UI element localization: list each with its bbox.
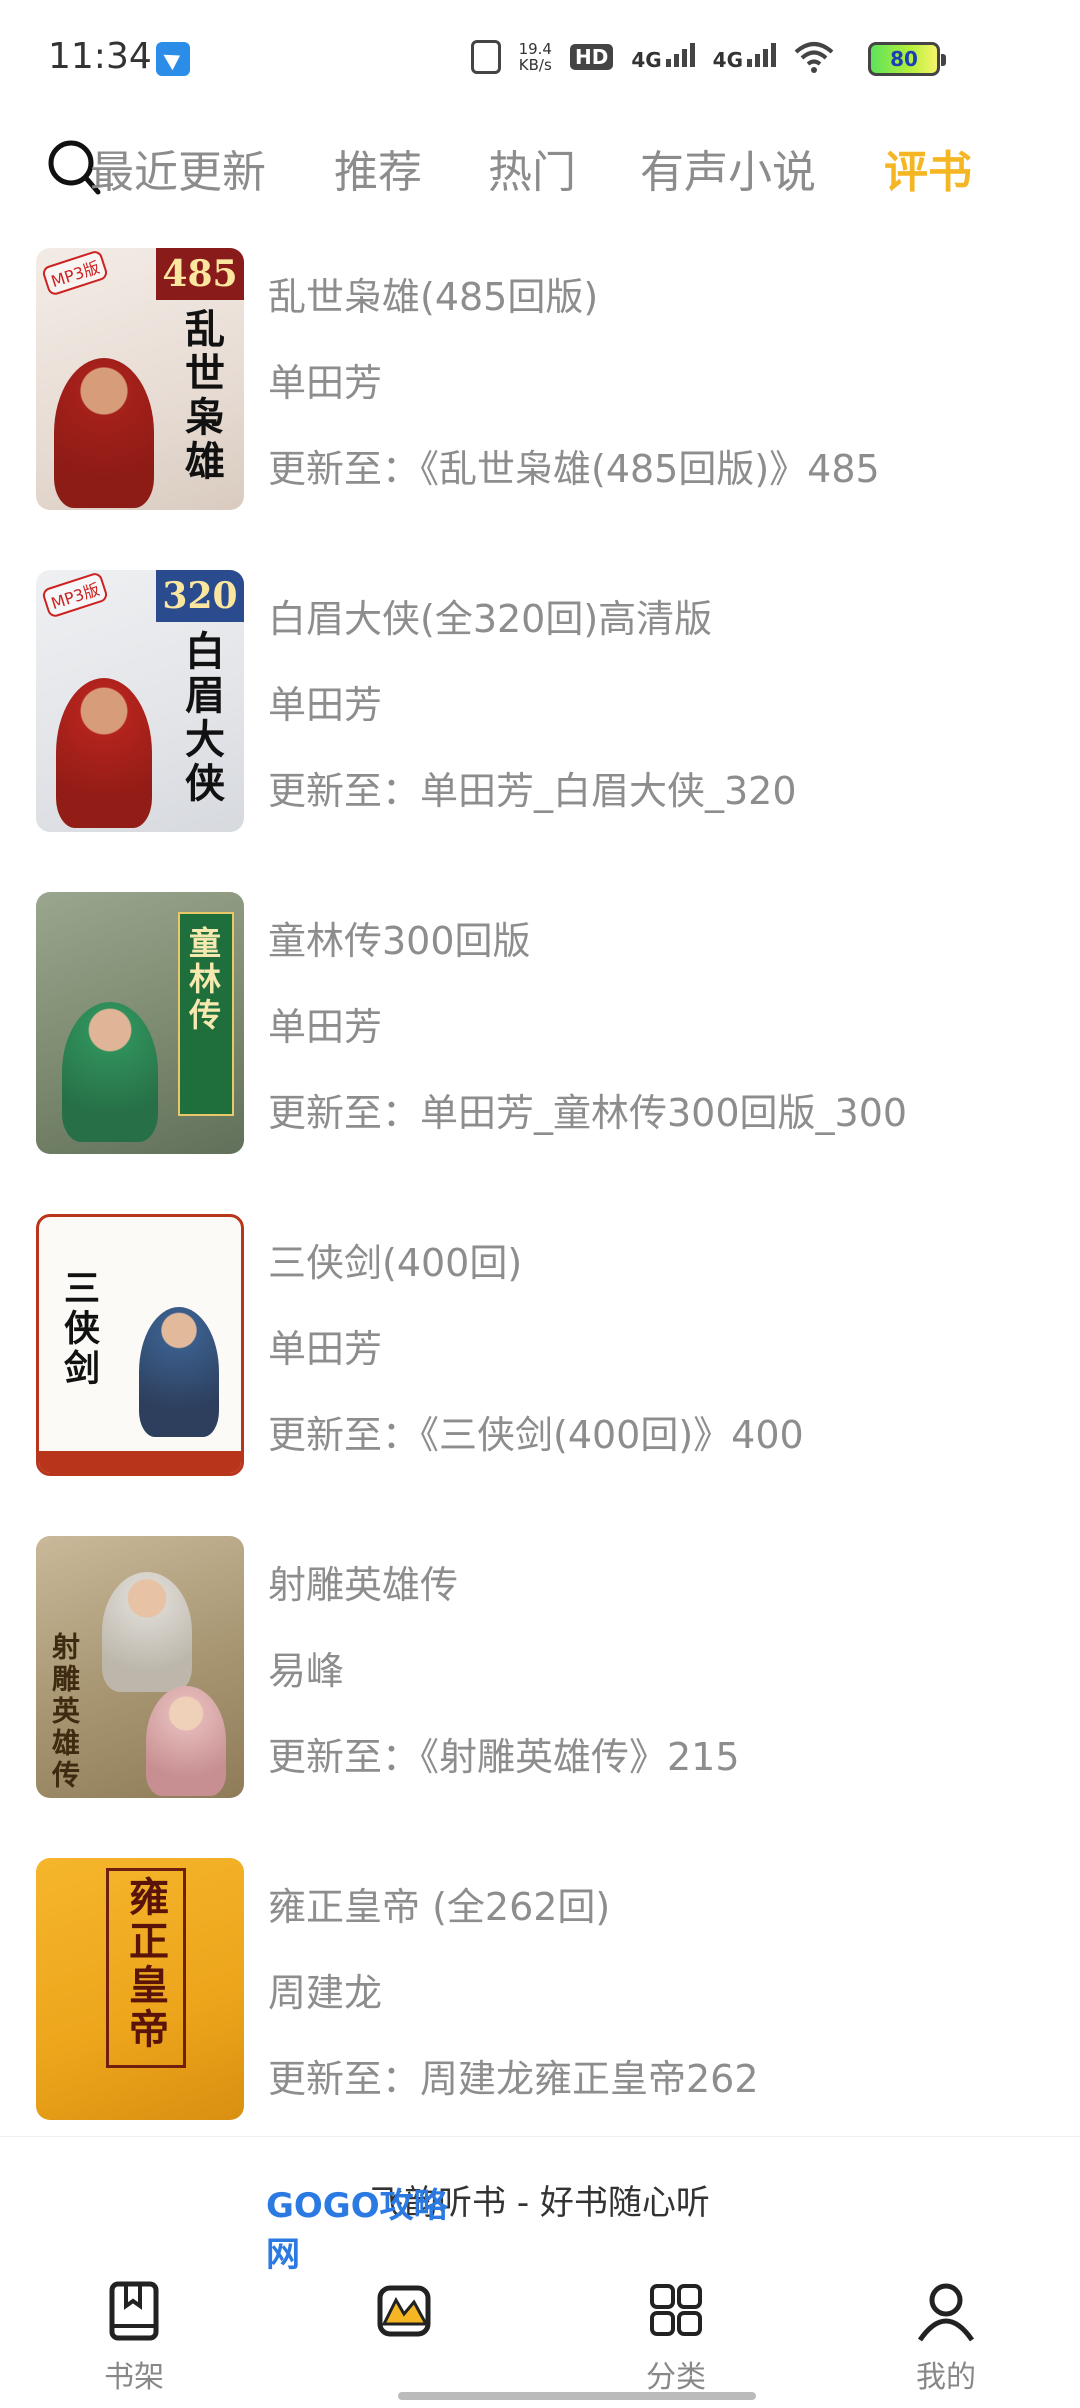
- book-author: 周建龙: [268, 1971, 383, 2015]
- book-author: 单田芳: [268, 361, 383, 405]
- cover-badge: 485: [156, 248, 244, 300]
- book-title: 雍正皇帝 (全262回): [268, 1885, 611, 1929]
- signal-sim1: 4G: [631, 42, 695, 72]
- cover-bottom-bar: [39, 1451, 241, 1473]
- home-indicator[interactable]: [398, 2392, 756, 2400]
- cover-title: 三侠剑: [58, 1269, 100, 1389]
- nav-category[interactable]: 分类: [576, 2254, 776, 2408]
- nav-label-category: 分类: [646, 2360, 706, 2395]
- nav-profile[interactable]: 我的: [846, 2254, 1046, 2408]
- list-item[interactable]: 童林传 童林传300回版 单田芳 更新至：单田芳_童林传300回版_300: [0, 884, 1080, 1184]
- cover-title: 射雕英雄传: [48, 1632, 81, 1792]
- profile-icon: [917, 2283, 975, 2342]
- cover-title: 白眉大侠: [178, 630, 225, 806]
- book-update: 更新至：《射雕英雄传》215: [268, 1735, 740, 1779]
- banner-text: 飞韵听书 - 好书随心听: [370, 2183, 710, 2223]
- book-update: 更新至：《乱世枭雄(485回版)》485: [268, 447, 880, 491]
- book-title: 童林传300回版: [268, 919, 531, 963]
- book-author: 单田芳: [268, 1005, 383, 1049]
- cover-figure: [54, 358, 154, 508]
- tab-storytelling[interactable]: 评书: [884, 136, 972, 200]
- book-author: 易峰: [268, 1649, 345, 1693]
- book-cover: MP3版 485 乱世枭雄: [36, 248, 244, 510]
- list-item[interactable]: 雍正皇帝 雍正皇帝 (全262回) 周建龙 更新至：周建龙雍正皇帝262: [0, 1850, 1080, 2150]
- book-update: 更新至：单田芳_童林传300回版_300: [268, 1091, 908, 1135]
- cover-figure: [56, 678, 152, 828]
- book-title: 射雕英雄传: [268, 1563, 459, 1607]
- nav-label-bookshelf: 书架: [104, 2360, 164, 2395]
- status-bar: 11:34 19.4 KB/s HD 4G 4G 80: [0, 0, 1080, 120]
- book-cover: 童林传: [36, 892, 244, 1154]
- cover-title: 乱世枭雄: [178, 308, 225, 484]
- tab-recent-updates[interactable]: 最近更新: [90, 136, 266, 200]
- cover-tag: MP3版: [40, 571, 109, 619]
- cover-title: 童林传: [184, 926, 222, 1034]
- book-title: 白眉大侠(全320回)高清版: [268, 597, 713, 641]
- book-title: 三侠剑(400回): [268, 1241, 523, 1285]
- list-item[interactable]: 三侠剑 三侠剑(400回) 单田芳 更新至：《三侠剑(400回)》400: [0, 1206, 1080, 1506]
- battery-icon: 80: [868, 42, 946, 76]
- net-speed: 19.4 KB/s: [518, 40, 552, 74]
- book-update: 更新至：周建龙雍正皇帝262: [268, 2057, 759, 2101]
- list-item[interactable]: 射雕英雄传 射雕英雄传 易峰 更新至：《射雕英雄传》215: [0, 1528, 1080, 1828]
- discover-icon: [377, 2285, 431, 2337]
- vibrate-icon: [470, 40, 501, 74]
- bottom-nav: 书架 分类 我的: [0, 2254, 1080, 2408]
- nav-bookshelf[interactable]: 书架: [34, 2254, 234, 2408]
- book-author: 单田芳: [268, 683, 383, 727]
- tab-popular[interactable]: 热门: [488, 136, 576, 200]
- book-title: 乱世枭雄(485回版): [268, 275, 599, 319]
- app-notification-icon: [156, 42, 190, 76]
- list-item[interactable]: MP3版 320 白眉大侠 白眉大侠(全320回)高清版 单田芳 更新至：单田芳…: [0, 562, 1080, 862]
- status-time: 11:34: [48, 36, 152, 77]
- cover-tag: MP3版: [40, 249, 109, 297]
- bookshelf-icon: [109, 2281, 159, 2341]
- watermark-logo: GOGO攻略网: [266, 2186, 448, 2275]
- book-update: 更新至：《三侠剑(400回)》400: [268, 1413, 804, 1457]
- book-cover: 射雕英雄传: [36, 1536, 244, 1798]
- book-author: 单田芳: [268, 1327, 383, 1371]
- cover-figure: [139, 1307, 219, 1437]
- book-cover: MP3版 320 白眉大侠: [36, 570, 244, 832]
- wifi-icon: [794, 42, 834, 73]
- signal-sim2: 4G: [713, 42, 776, 72]
- app-banner[interactable]: 飞韵听书 - 好书随心听: [0, 2136, 1080, 2255]
- book-cover: 雍正皇帝: [36, 1858, 244, 2120]
- cover-figure: [62, 1002, 158, 1142]
- tab-audio-novels[interactable]: 有声小说: [640, 136, 816, 200]
- book-update: 更新至：单田芳_白眉大侠_320: [268, 769, 797, 813]
- cover-badge: 320: [156, 570, 244, 622]
- book-cover: 三侠剑: [36, 1214, 244, 1476]
- category-grid-icon: [650, 2284, 702, 2336]
- tab-recommended[interactable]: 推荐: [334, 136, 422, 200]
- list-item[interactable]: MP3版 485 乱世枭雄 乱世枭雄(485回版) 单田芳 更新至：《乱世枭雄(…: [0, 240, 1080, 540]
- nav-label-profile: 我的: [916, 2360, 976, 2395]
- cover-title: 雍正皇帝: [122, 1876, 169, 2052]
- nav-discover[interactable]: [304, 2254, 504, 2408]
- cover-figure: [102, 1572, 192, 1692]
- category-tabs: 最近更新 推荐 热门 有声小说 评书: [0, 130, 1080, 210]
- cover-figure-2: [146, 1686, 226, 1796]
- hd-icon: HD: [569, 44, 614, 70]
